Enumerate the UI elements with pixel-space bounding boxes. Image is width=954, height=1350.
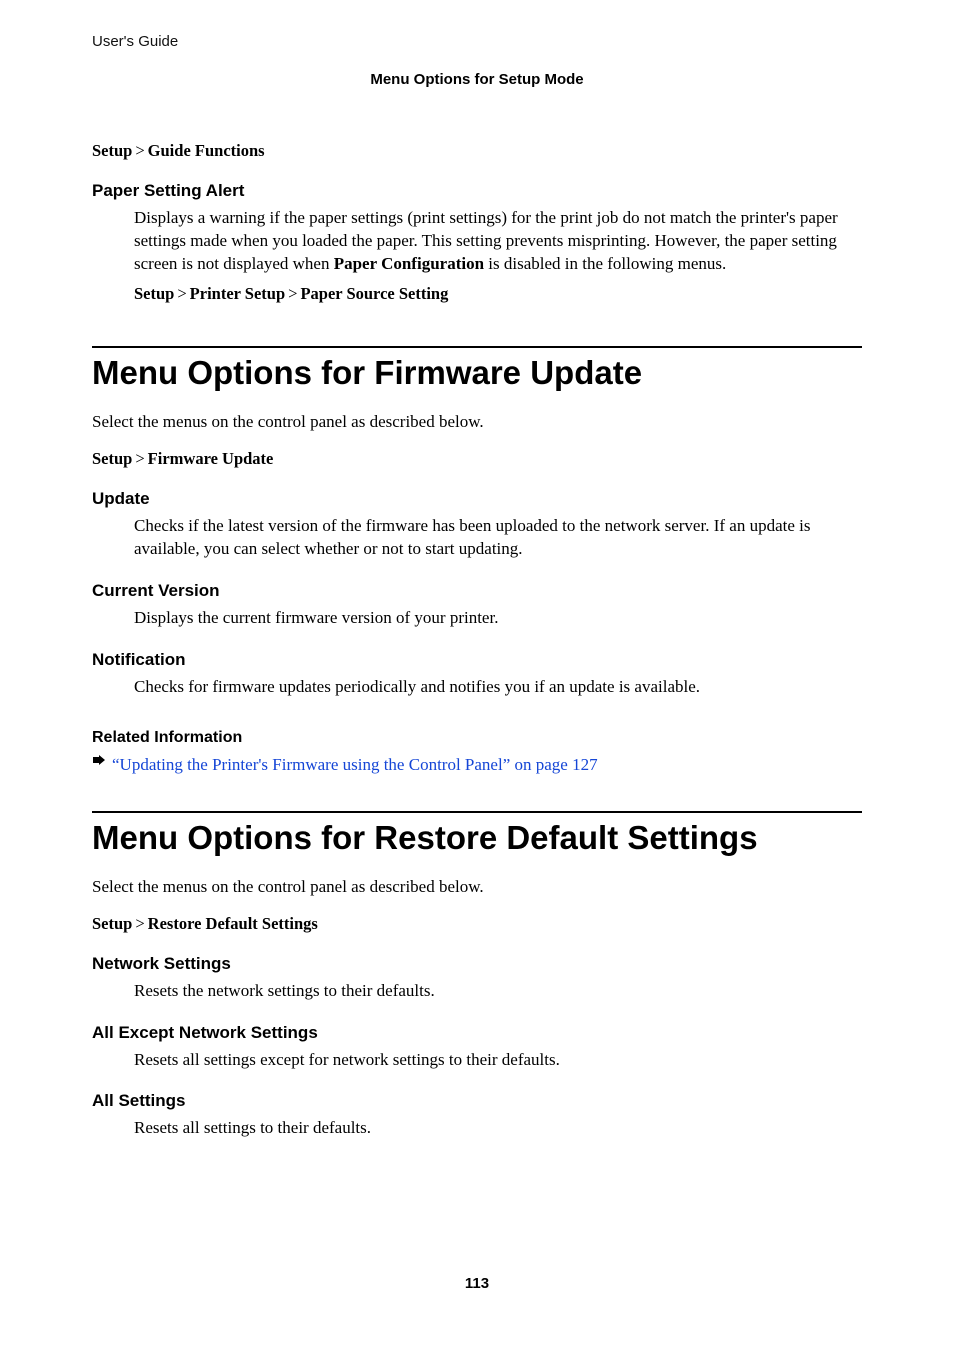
breadcrumb-sep: >: [132, 141, 147, 160]
current-version-body: Displays the current firmware version of…: [134, 607, 862, 630]
subhead-update: Update: [92, 489, 862, 509]
all-settings-body: Resets all settings to their defaults.: [134, 1117, 862, 1140]
subhead-notification: Notification: [92, 650, 862, 670]
restore-intro: Select the menus on the control panel as…: [92, 877, 862, 897]
page-number: 113: [0, 1275, 954, 1292]
firmware-intro: Select the menus on the control panel as…: [92, 412, 862, 432]
subhead-all-except-network: All Except Network Settings: [92, 1023, 862, 1043]
heading-restore-defaults: Menu Options for Restore Default Setting…: [92, 819, 862, 857]
paper-setting-alert-body: Displays a warning if the paper settings…: [134, 207, 862, 276]
subhead-all-settings: All Settings: [92, 1091, 862, 1111]
update-body: Checks if the latest version of the firm…: [134, 515, 862, 561]
subhead-paper-setting-alert: Paper Setting Alert: [92, 181, 862, 201]
paper-setting-alert-path: Setup>Printer Setup>Paper Source Setting: [134, 284, 862, 304]
related-information-heading: Related Information: [92, 729, 862, 747]
notification-body: Checks for firmware updates periodically…: [134, 676, 862, 699]
section-divider: [92, 811, 862, 813]
breadcrumb-firmware-update: Setup>Firmware Update: [92, 449, 862, 469]
all-except-network-body: Resets all settings except for network s…: [134, 1049, 862, 1072]
section-divider: [92, 346, 862, 348]
header-chapter-title: Menu Options for Setup Mode: [92, 71, 862, 88]
heading-firmware-update: Menu Options for Firmware Update: [92, 354, 862, 392]
subhead-network-settings: Network Settings: [92, 954, 862, 974]
breadcrumb-guide-functions: Setup>Guide Functions: [92, 141, 862, 161]
arrow-right-icon: [92, 755, 106, 774]
breadcrumb-restore-defaults: Setup>Restore Default Settings: [92, 914, 862, 934]
breadcrumb-setup: Setup: [92, 141, 132, 160]
header-users-guide: User's Guide: [92, 33, 862, 50]
breadcrumb-guide-functions-label: Guide Functions: [148, 141, 265, 160]
subhead-current-version: Current Version: [92, 581, 862, 601]
network-settings-body: Resets the network settings to their def…: [134, 980, 862, 1003]
link-updating-firmware[interactable]: “Updating the Printer's Firmware using t…: [112, 755, 598, 775]
